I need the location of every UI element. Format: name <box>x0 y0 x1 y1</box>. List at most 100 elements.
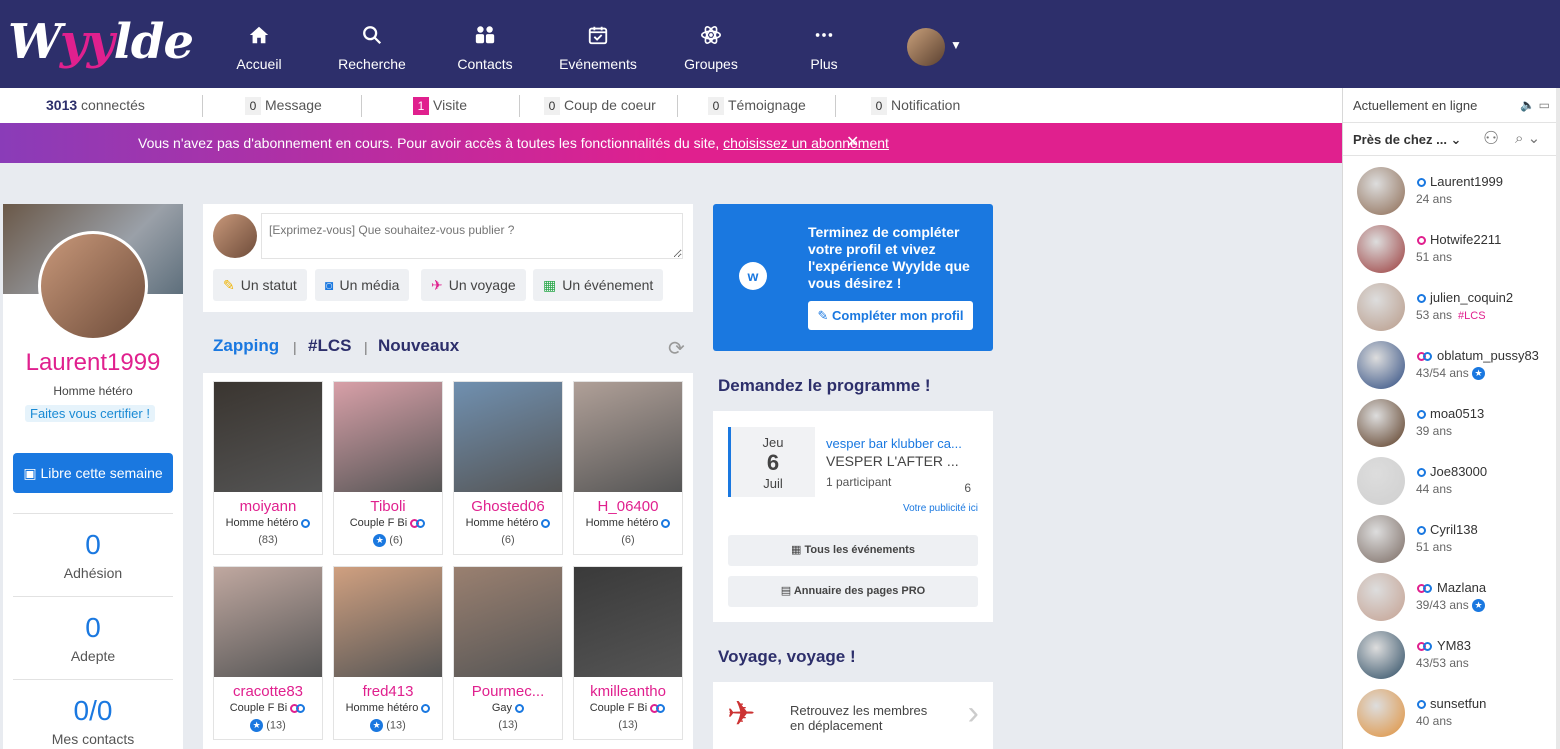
member-type: Homme hétéro <box>334 702 442 714</box>
online-user[interactable]: YM83 43/53 ans <box>1357 631 1557 681</box>
certify-link[interactable]: Faites vous certifier ! <box>25 405 155 422</box>
adepte-label: Adepte <box>70 648 116 664</box>
logo[interactable]: Wyylde <box>8 14 194 70</box>
contacts-count[interactable]: 0/0 <box>3 695 183 727</box>
nav-accueil[interactable]: Accueil <box>209 24 309 72</box>
adepte-count[interactable]: 0 <box>3 612 183 644</box>
location-filter[interactable]: Près de chez ... ⌄ <box>1353 132 1461 148</box>
avatar <box>1357 167 1405 215</box>
all-events-button[interactable]: ▦ Tous les événements <box>728 535 978 566</box>
stat-message[interactable]: 0 Message <box>245 88 322 123</box>
member-card[interactable]: kmilleantho Couple F Bi (13) <box>573 566 683 740</box>
refresh-icon[interactable]: ⟳ <box>668 336 685 361</box>
online-user[interactable]: Cyril138 51 ans <box>1357 515 1557 565</box>
member-card[interactable]: Pourmec... Gay (13) <box>453 566 563 740</box>
contacts-icon <box>435 24 535 52</box>
media-button[interactable]: ◙ Un média <box>315 269 410 301</box>
user-age: 39/43 ans ★ <box>1416 598 1486 613</box>
member-card[interactable]: Ghosted06 Homme hétéro (6) <box>453 381 563 555</box>
profile-username[interactable]: Laurent1999 <box>3 349 183 377</box>
more-icon <box>774 24 874 52</box>
tab-lcs[interactable]: #LCS <box>308 336 351 356</box>
calendar-check-icon: ▣ <box>23 465 37 481</box>
event-venue-link[interactable]: vesper bar klubber ca... <box>826 436 971 451</box>
event-name: VESPER L'AFTER ... <box>826 453 959 469</box>
user-name: Laurent1999 <box>1417 174 1503 189</box>
scrollbar[interactable] <box>1556 88 1560 749</box>
pencil-icon: ✎ <box>223 277 235 293</box>
member-rating: (6) <box>574 534 682 546</box>
man-icon <box>1417 410 1426 420</box>
travel-card[interactable]: ✈ Retrouvez les membres en déplacement › <box>713 682 993 749</box>
testimony-label: Témoignage <box>728 97 806 113</box>
user-age: 51 ans <box>1416 250 1452 264</box>
search-icon[interactable]: ⌕ ⌄ <box>1515 129 1540 147</box>
nav-label: Contacts <box>457 56 513 72</box>
pro-directory-button[interactable]: ▤ Annuaire des pages PRO <box>728 576 978 607</box>
complete-profile-button[interactable]: ✎ Compléter mon profil <box>808 301 973 330</box>
libre-label: Libre cette semaine <box>40 465 163 481</box>
member-type: Homme hétéro <box>214 517 322 529</box>
member-card[interactable]: Tiboli Couple F Bi ★ (6) <box>333 381 443 555</box>
nav-label: Recherche <box>338 56 406 72</box>
event-card[interactable]: Jeu 6 Juil vesper bar klubber ca... VESP… <box>728 427 978 497</box>
avatar[interactable] <box>907 28 945 66</box>
member-card[interactable]: cracotte83 Couple F Bi ★ (13) <box>213 566 323 740</box>
user-age: 24 ans <box>1416 192 1452 206</box>
tab-zapping[interactable]: Zapping <box>213 336 279 356</box>
stat-heart[interactable]: 0 Coup de coeur <box>544 88 656 123</box>
divider <box>835 95 836 117</box>
event-button[interactable]: ▦ Un événement <box>533 269 664 301</box>
member-card[interactable]: moiyann Homme hétéro (83) <box>213 381 323 555</box>
online-user[interactable]: Mazlana 39/43 ans ★ <box>1357 573 1557 623</box>
online-user[interactable]: sunsetfun 40 ans <box>1357 689 1557 739</box>
online-user[interactable]: Hotwife2211 51 ans <box>1357 225 1557 275</box>
member-card[interactable]: fred413 Homme hétéro ★ (13) <box>333 566 443 740</box>
nav-plus[interactable]: Plus <box>774 24 874 72</box>
member-type-label: Homme hétéro <box>585 517 659 529</box>
sound-icon[interactable]: 🔈 ▭ <box>1520 98 1550 112</box>
nav-evenements[interactable]: Evénements <box>548 24 648 72</box>
stat-notification[interactable]: 0 Notification <box>871 88 960 123</box>
online-user[interactable]: Laurent1999 24 ans <box>1357 167 1557 217</box>
tab-nouveaux[interactable]: Nouveaux <box>378 336 459 356</box>
top-navbar: Wyylde Accueil Recherche Contacts Evénem… <box>0 0 1560 88</box>
couple-icon <box>650 703 666 713</box>
man-icon <box>1417 526 1426 536</box>
user-age: 43/54 ans ★ <box>1416 366 1486 381</box>
libre-button[interactable]: ▣ Libre cette semaine <box>13 453 173 493</box>
travel-text-line: Retrouvez les membres <box>790 703 928 718</box>
stat-testimony[interactable]: 0 Témoignage <box>708 88 806 123</box>
online-user[interactable]: julien_coquin2 53 ans #LCS <box>1357 283 1557 333</box>
member-type-label: Couple F Bi <box>349 517 408 529</box>
chevron-down-icon[interactable]: ▼ <box>950 38 962 52</box>
member-name: Ghosted06 <box>471 498 545 515</box>
avatar <box>1357 573 1405 621</box>
online-user[interactable]: oblatum_pussy83 43/54 ans ★ <box>1357 341 1557 391</box>
profile-avatar[interactable] <box>38 231 148 341</box>
member-card[interactable]: H_06400 Homme hétéro (6) <box>573 381 683 555</box>
calendar-icon: ▦ <box>791 544 802 556</box>
post-input[interactable] <box>261 213 683 259</box>
close-icon[interactable]: ✕ <box>846 123 859 163</box>
member-rating-value: (13) <box>498 719 518 731</box>
ad-link[interactable]: Votre publicité ici <box>903 503 978 514</box>
heart-count: 0 <box>544 97 560 115</box>
status-button[interactable]: ✎ Un statut <box>213 269 307 301</box>
user-name: oblatum_pussy83 <box>1417 348 1539 363</box>
member-type: Couple F Bi <box>334 517 442 529</box>
nav-recherche[interactable]: Recherche <box>322 24 422 72</box>
nav-groupes[interactable]: Groupes <box>661 24 761 72</box>
online-user[interactable]: Joe83000 44 ans <box>1357 457 1557 507</box>
online-sidebar: Actuellement en ligne 🔈 ▭ Près de chez .… <box>1342 88 1560 749</box>
avatar <box>1357 225 1405 273</box>
calendar-icon <box>548 24 648 52</box>
online-user[interactable]: moa0513 39 ans <box>1357 399 1557 449</box>
adhesion-count[interactable]: 0 <box>3 529 183 561</box>
subscription-link[interactable]: choisissez un abonnement <box>723 135 889 151</box>
trip-button[interactable]: ✈ Un voyage <box>421 269 526 301</box>
nav-contacts[interactable]: Contacts <box>435 24 535 72</box>
users-filter-icon[interactable]: ⚇ <box>1483 128 1499 149</box>
member-rating: ★ (13) <box>214 719 322 732</box>
stat-visit[interactable]: 1 Visite <box>413 88 467 123</box>
